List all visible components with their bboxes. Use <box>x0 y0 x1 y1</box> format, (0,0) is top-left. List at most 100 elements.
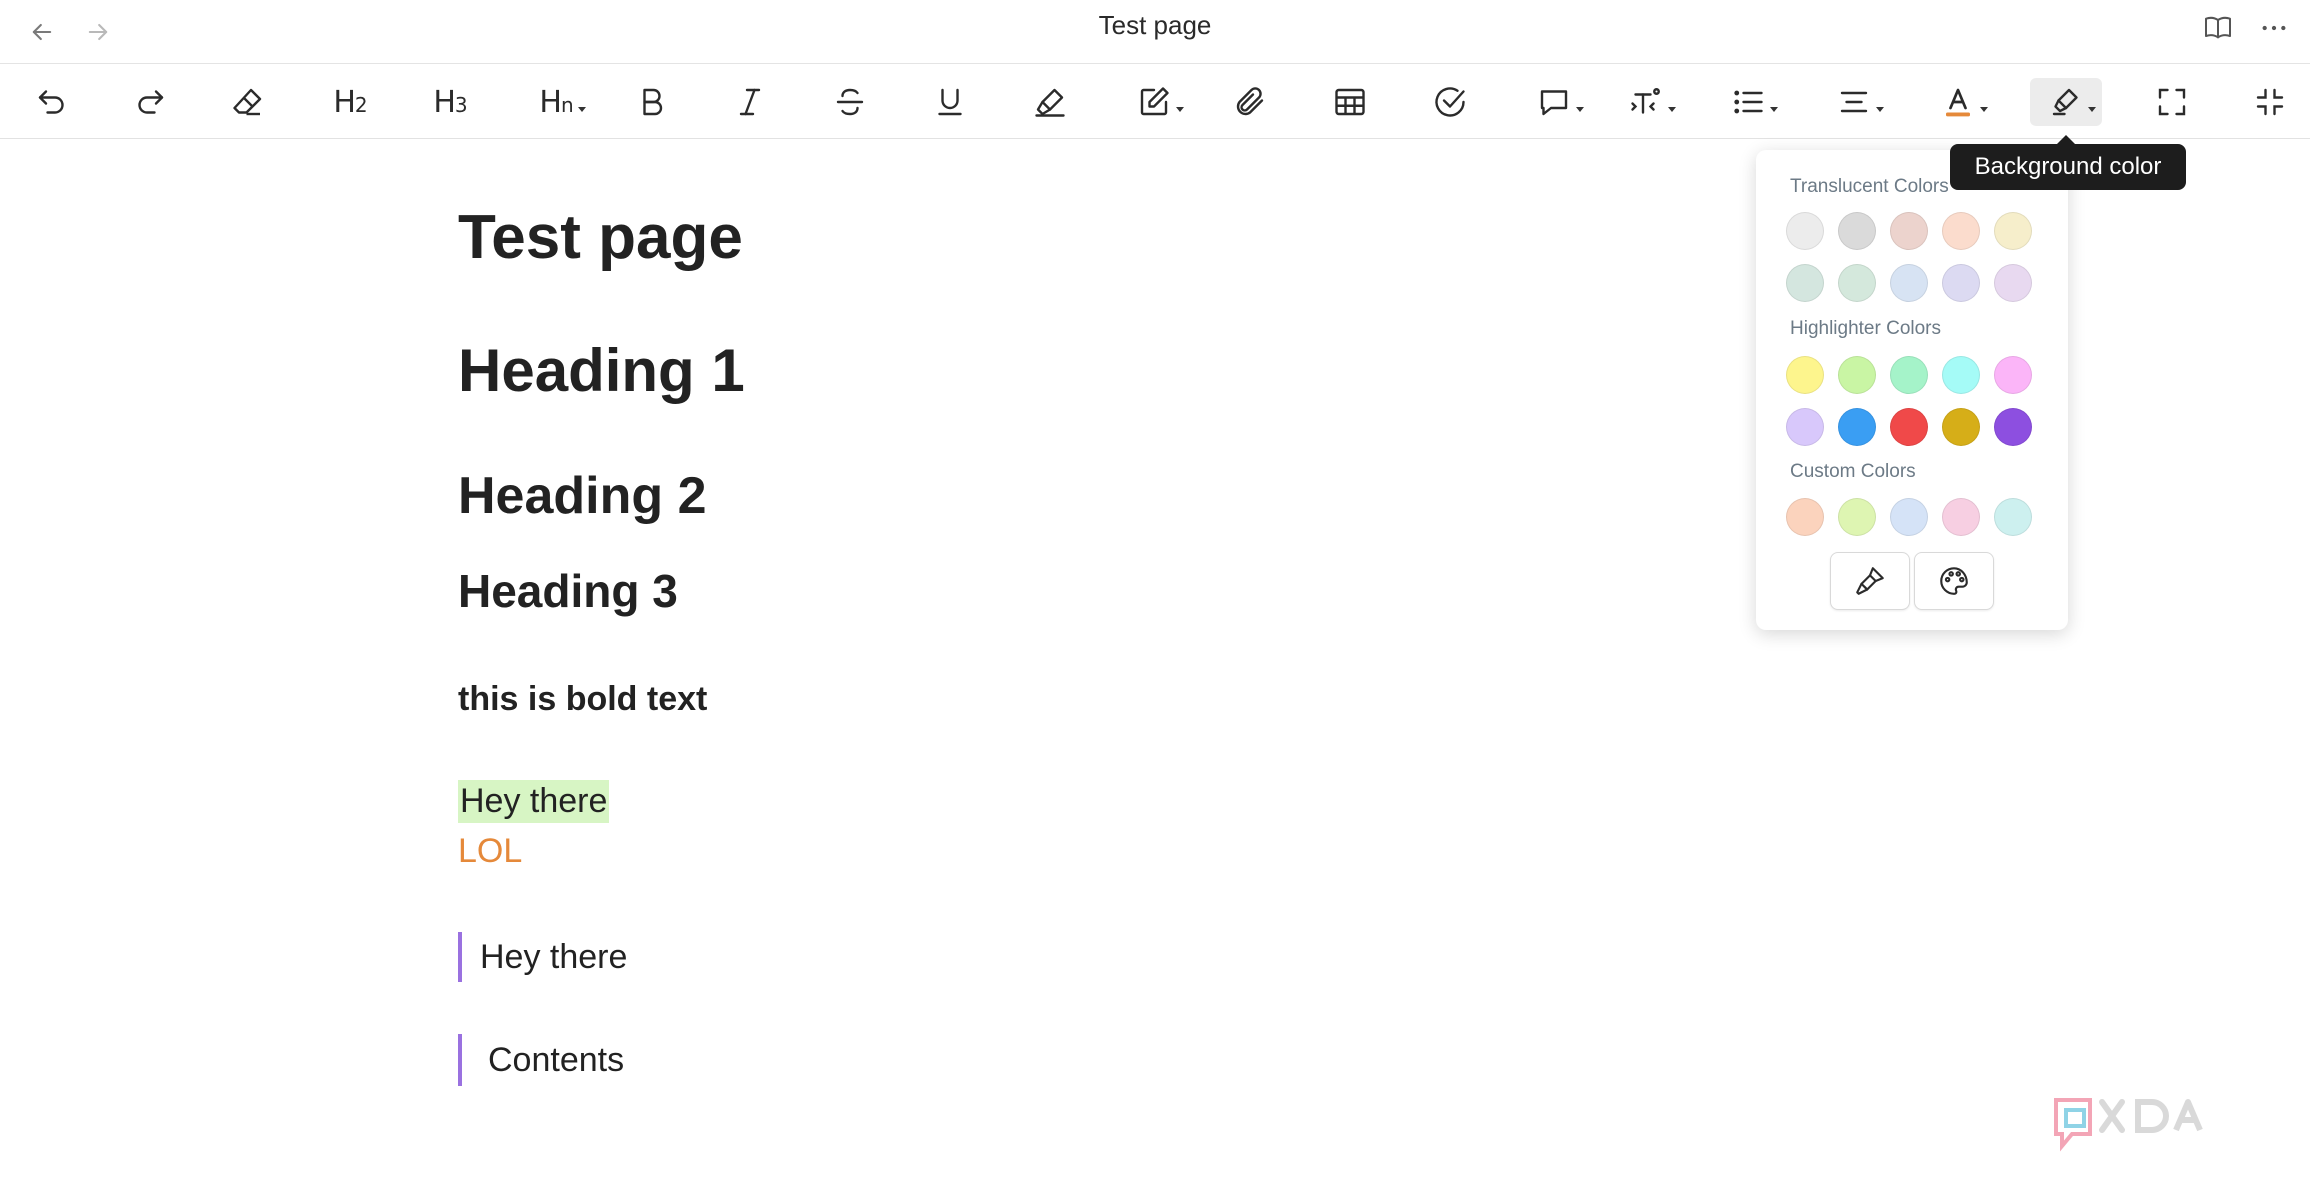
heading-3-text[interactable]: Heading 3 <box>458 564 678 618</box>
bold-button[interactable] <box>622 78 682 126</box>
custom-color-swatch[interactable] <box>1838 498 1876 536</box>
heading-3-button[interactable]: H3 <box>420 78 480 126</box>
highlighter-color-swatch[interactable] <box>1942 356 1980 394</box>
background-color-popover: Translucent Colors Highlighter Colors Cu… <box>1756 150 2068 630</box>
page-title[interactable]: Test page <box>458 202 743 273</box>
heading-2-label: H2 <box>333 84 367 120</box>
custom-color-swatch[interactable] <box>1890 498 1928 536</box>
highlighter-color-swatch[interactable] <box>1942 408 1980 446</box>
highlight-pen-button[interactable] <box>1020 78 1080 126</box>
translucent-color-swatch[interactable] <box>1994 264 2032 302</box>
paperclip-icon <box>1236 87 1264 116</box>
custom-color-swatch[interactable] <box>1994 498 2032 536</box>
translucent-color-swatch[interactable] <box>1786 264 1824 302</box>
highlighter-color-swatch[interactable] <box>1786 356 1824 394</box>
highlighter-color-swatch[interactable] <box>1786 408 1824 446</box>
redo-button[interactable] <box>120 78 180 126</box>
undo-button[interactable] <box>22 78 82 126</box>
formatting-toolbar: H2 H3 Hn <box>0 65 2310 139</box>
text-color-button[interactable] <box>1922 78 1994 126</box>
highlighter-color-swatch[interactable] <box>1994 356 2032 394</box>
custom-color-swatch[interactable] <box>1942 498 1980 536</box>
eraser-icon <box>233 88 262 116</box>
window-title: Test page <box>1098 10 1212 40</box>
translucent-color-swatch[interactable] <box>1838 212 1876 250</box>
translucent-color-swatch[interactable] <box>1994 212 2032 250</box>
highlighter-icon <box>1035 88 1065 117</box>
undo-icon <box>38 90 64 114</box>
table-button[interactable] <box>1320 78 1380 126</box>
blockquote[interactable]: Hey there <box>458 932 627 982</box>
format-painter-button[interactable] <box>1830 552 1910 610</box>
xda-logo-icon <box>2054 1098 2203 1152</box>
orange-paragraph[interactable]: LOL <box>458 832 522 871</box>
reader-mode-button[interactable] <box>2196 6 2240 50</box>
clear-format-button[interactable] <box>218 78 278 126</box>
edit-button[interactable] <box>1118 78 1190 126</box>
heading-more-label: Hn <box>539 84 573 120</box>
custom-color-picker-button[interactable] <box>1914 552 1994 610</box>
bold-icon <box>643 88 663 116</box>
redo-icon <box>138 90 164 114</box>
translucent-color-swatch[interactable] <box>1942 212 1980 250</box>
translucent-color-swatch[interactable] <box>1890 264 1928 302</box>
highlighter-swatches-row-1 <box>1786 356 2032 394</box>
heading-1-text[interactable]: Heading 1 <box>458 336 745 405</box>
popover-actions <box>1830 552 1994 610</box>
translucent-swatches-row-1 <box>1786 212 2032 250</box>
text-size-button[interactable] <box>1610 78 1682 126</box>
list-button[interactable] <box>1712 78 1784 126</box>
align-center-icon <box>1840 91 1868 113</box>
underline-icon <box>938 88 962 116</box>
translucent-color-swatch[interactable] <box>1786 212 1824 250</box>
callout-button[interactable] <box>1518 78 1590 126</box>
ellipsis-icon <box>2262 25 2286 31</box>
strikethrough-button[interactable] <box>820 78 880 126</box>
highlighter-color-swatch[interactable] <box>1994 408 2032 446</box>
collapse-icon <box>2256 88 2284 116</box>
comment-icon <box>1540 90 1568 116</box>
task-button[interactable] <box>1420 78 1480 126</box>
more-options-button[interactable] <box>2252 6 2296 50</box>
check-circle-icon <box>1435 87 1465 117</box>
heading-2-button[interactable]: H2 <box>320 78 380 126</box>
heading-2-text[interactable]: Heading 2 <box>458 466 707 526</box>
bold-paragraph[interactable]: this is bold text <box>458 680 707 719</box>
highlighter-swatches-row-2 <box>1786 408 2032 446</box>
translucent-color-swatch[interactable] <box>1838 264 1876 302</box>
title-bar: Test page <box>0 0 2310 64</box>
pencil-square-icon <box>1140 87 1169 116</box>
fullscreen-button[interactable] <box>2142 78 2202 126</box>
highlighter-color-swatch[interactable] <box>1890 408 1928 446</box>
italic-button[interactable] <box>720 78 780 126</box>
highlighter-color-swatch[interactable] <box>1838 356 1876 394</box>
translucent-color-swatch[interactable] <box>1942 264 1980 302</box>
translucent-swatches-row-2 <box>1786 264 2032 302</box>
paint-brush-icon <box>1856 567 1884 595</box>
background-color-button[interactable] <box>2030 78 2102 126</box>
palette-icon <box>1940 567 1968 595</box>
collapse-button[interactable] <box>2240 78 2300 126</box>
highlighter-pen-icon <box>2052 88 2078 116</box>
highlighter-colors-label: Highlighter Colors <box>1790 318 1942 339</box>
highlighter-color-swatch[interactable] <box>1890 356 1928 394</box>
strikethrough-icon <box>836 88 864 116</box>
italic-icon <box>739 88 761 116</box>
book-open-icon <box>2205 16 2231 39</box>
bullet-list-icon <box>1734 90 1763 114</box>
xda-watermark-logo <box>2052 1090 2284 1170</box>
heading-more-button[interactable]: Hn <box>520 78 592 126</box>
text-color-icon <box>1946 88 1970 117</box>
underline-button[interactable] <box>920 78 980 126</box>
translucent-color-swatch[interactable] <box>1890 212 1928 250</box>
background-color-tooltip: Background color <box>1950 135 2186 190</box>
attachment-button[interactable] <box>1220 78 1280 126</box>
custom-color-swatch[interactable] <box>1786 498 1824 536</box>
highlighted-paragraph[interactable]: Hey there <box>458 780 610 823</box>
text-size-icon <box>1631 88 1660 114</box>
highlighter-color-swatch[interactable] <box>1838 408 1876 446</box>
custom-colors-label: Custom Colors <box>1790 461 1916 482</box>
align-button[interactable] <box>1818 78 1890 126</box>
heading-3-label: H3 <box>433 84 467 120</box>
blockquote-contents[interactable]: Contents <box>458 1034 624 1086</box>
